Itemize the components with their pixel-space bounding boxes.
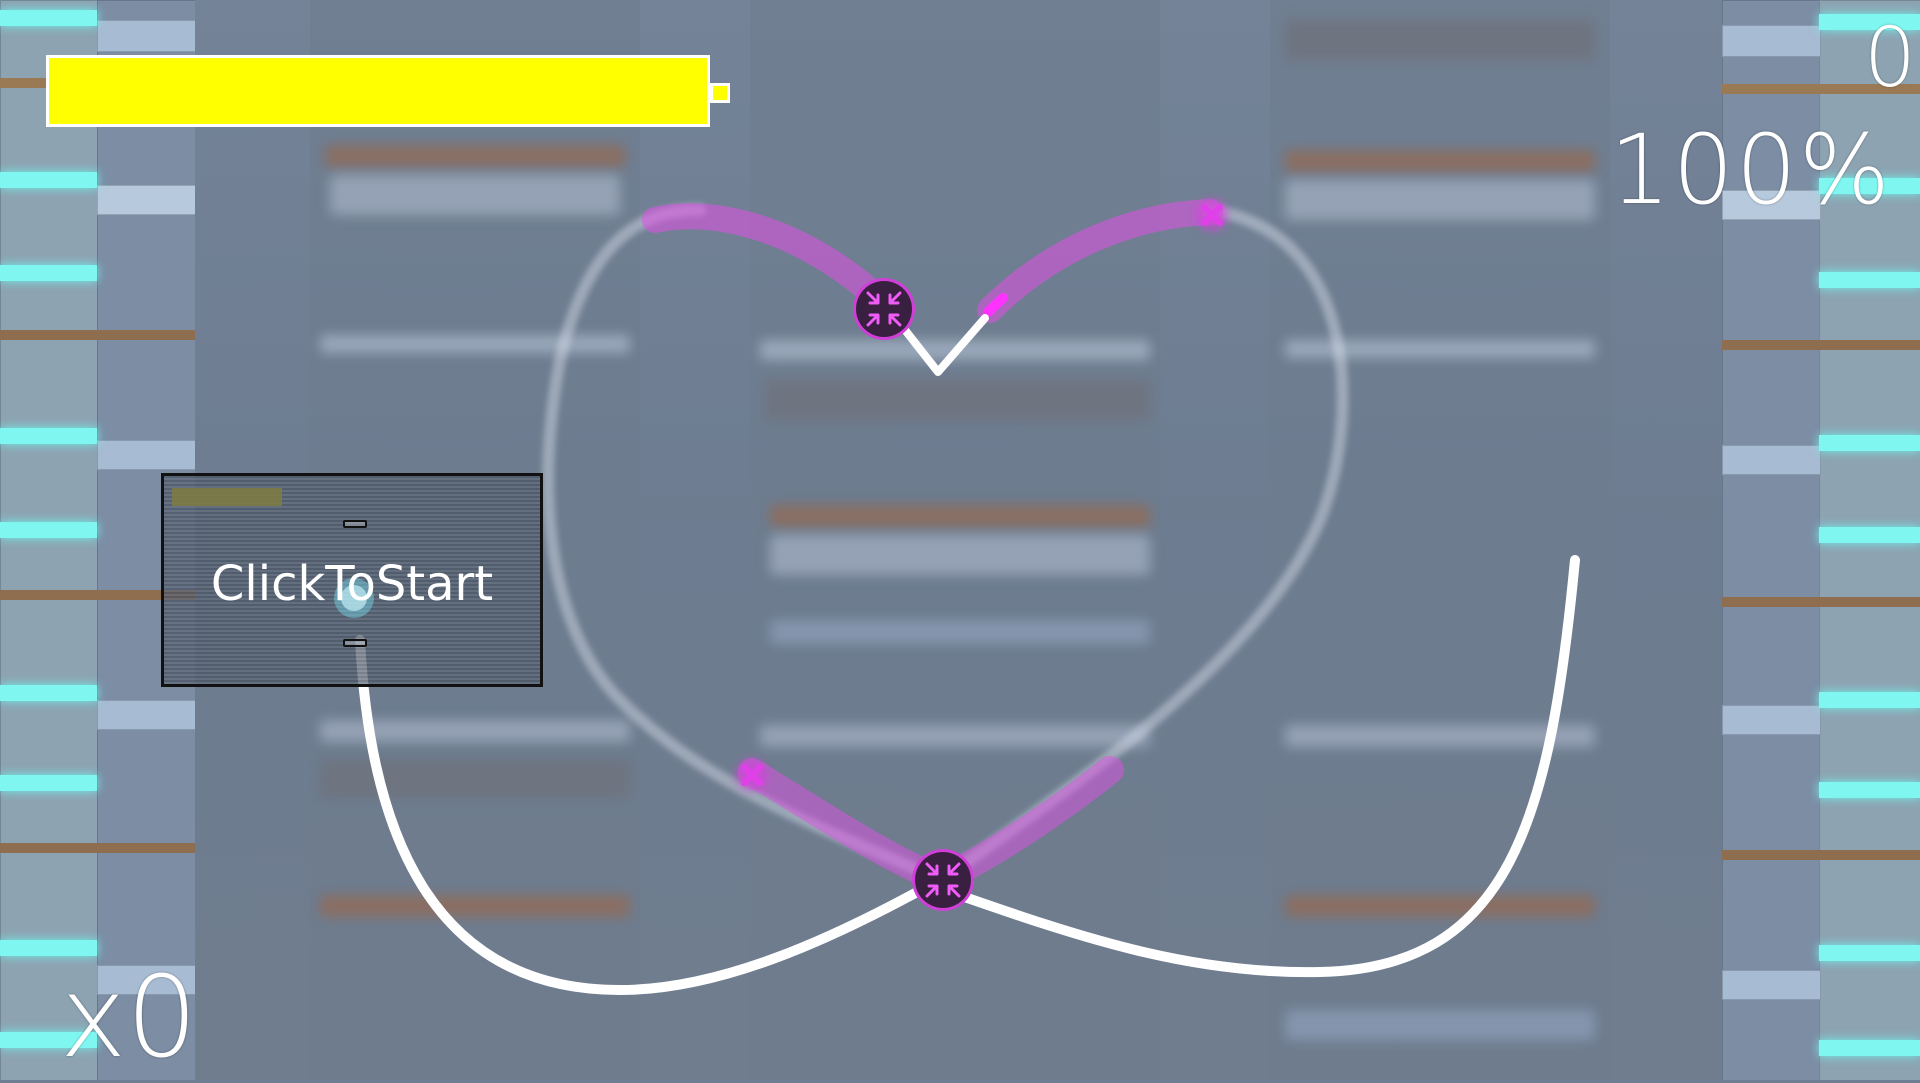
- marker-star-left: [736, 759, 768, 791]
- heart-track-magenta-left: [642, 203, 893, 313]
- compress-arrows-icon: [853, 278, 915, 340]
- score-counter: 0: [1863, 11, 1916, 106]
- heart-notch: [901, 314, 989, 376]
- note-top[interactable]: [852, 277, 916, 341]
- mini-health-bar: [172, 488, 282, 506]
- health-bar-cap: [710, 83, 730, 103]
- mini-tick-top: [343, 520, 367, 528]
- click-to-start-label: ClickToStart: [210, 556, 494, 612]
- accuracy-percent: 100%: [1609, 114, 1892, 226]
- health-bar-fill: [46, 55, 710, 127]
- click-to-start-button[interactable]: ClickToStart: [161, 473, 543, 687]
- heart-track-magenta-right: [977, 199, 1223, 323]
- marker-star-top: [1196, 199, 1228, 231]
- combo-counter: x0: [60, 953, 198, 1083]
- compress-arrows-icon: [912, 849, 974, 911]
- heart-track-faded: [542, 204, 1349, 887]
- mini-tick-bottom: [343, 639, 367, 647]
- note-bottom[interactable]: [911, 848, 975, 912]
